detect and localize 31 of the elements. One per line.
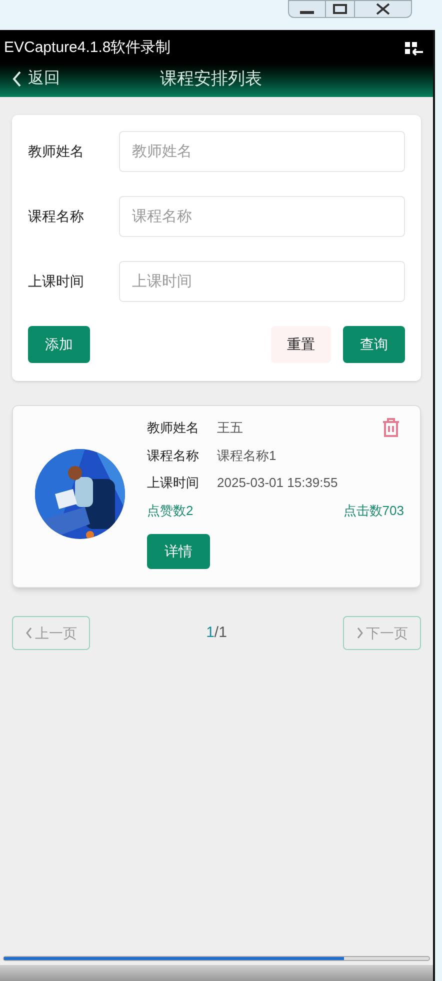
field-label: 教师姓名 — [28, 142, 85, 161]
trash-icon[interactable] — [382, 418, 400, 438]
info-value: 2025-03-01 15:39:55 — [217, 474, 338, 492]
chevron-left-icon — [25, 627, 33, 639]
playback-track[interactable] — [3, 956, 430, 961]
add-button[interactable]: 添加 — [28, 326, 90, 363]
info-value: 课程名称1 — [217, 446, 276, 464]
like-count: 点赞数2 — [147, 502, 194, 520]
page-title: 课程安排列表 — [160, 68, 262, 90]
prev-page-button[interactable]: 上一页 — [12, 616, 90, 650]
chevron-right-icon — [356, 627, 364, 639]
field-label: 课程名称 — [28, 207, 85, 226]
back-button[interactable]: 返回 — [12, 67, 60, 91]
grid-icon[interactable] — [405, 42, 423, 56]
info-value: 王五 — [217, 419, 243, 437]
info-label: 教师姓名 — [147, 419, 200, 437]
detail-button[interactable]: 详情 — [147, 534, 210, 569]
maximize-icon[interactable] — [325, 1, 355, 17]
chevron-left-icon — [12, 71, 22, 87]
input-field[interactable]: 课程名称 — [119, 196, 405, 237]
capture-title: EVCapture4.1.8软件录制 — [4, 38, 171, 58]
click-count: 点击数703 — [343, 502, 404, 520]
input-field[interactable]: 上课时间 — [119, 261, 405, 302]
info-label: 课程名称 — [147, 446, 200, 464]
page-indicator: 1/1 — [206, 622, 227, 643]
next-page-button[interactable]: 下一页 — [342, 616, 421, 650]
field-label: 上课时间 — [28, 272, 85, 291]
reset-button[interactable]: 重置 — [271, 326, 331, 363]
info-label: 上课时间 — [147, 474, 200, 492]
input-field[interactable]: 教师姓名 — [119, 131, 405, 172]
search-button[interactable]: 查询 — [343, 326, 405, 363]
